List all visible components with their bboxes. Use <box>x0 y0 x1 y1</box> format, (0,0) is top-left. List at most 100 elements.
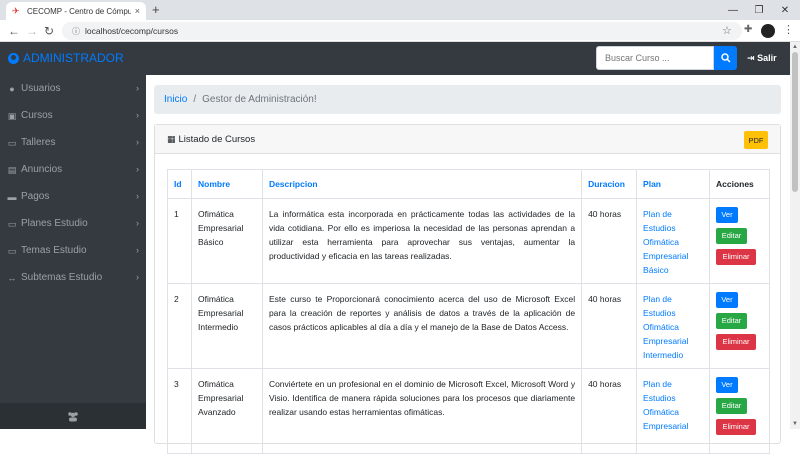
favicon-icon: ✈ <box>12 6 20 16</box>
sidebar: ● Usuarios › ▣ Cursos › ▭ Talleres › ▤ A… <box>0 75 146 429</box>
sidebar-item-temas-estudio[interactable]: ▭ Temas Estudio › <box>0 237 146 264</box>
cell-duracion: 40 horas <box>581 198 638 284</box>
url-text: localhost/cecomp/cursos <box>85 26 179 36</box>
logout-button[interactable]: ⇥ Salir <box>747 53 777 64</box>
sidebar-item-subtemas-estudio[interactable]: ↔ Subtemas Estudio › <box>0 264 146 291</box>
sidebar-item-label: Anuncios <box>21 164 63 175</box>
card-title: Listado de Cursos <box>178 133 256 145</box>
chevron-right-icon: › <box>136 245 139 255</box>
users-icon[interactable] <box>67 411 79 422</box>
folder-icon: ▭ <box>7 245 17 256</box>
chevron-right-icon: › <box>136 164 139 174</box>
profile-avatar[interactable] <box>761 24 775 38</box>
folder-icon: ▭ <box>7 137 17 148</box>
sign-out-icon: ⇥ <box>747 53 755 63</box>
logout-label: Salir <box>757 53 777 63</box>
tab-title: CECOMP - Centro de Cómputo U <box>27 6 131 16</box>
cell-descripcion: Conviértete en un profesional en el domi… <box>261 368 583 454</box>
edit-button[interactable]: Editar <box>715 398 747 414</box>
scroll-down-icon[interactable]: ▼ <box>792 421 798 427</box>
table-icon: ▦ <box>167 133 176 144</box>
delete-button[interactable]: Eliminar <box>715 334 756 350</box>
card-header: ▦ Listado de Cursos PDF <box>155 125 780 154</box>
new-tab-button[interactable]: + <box>152 2 160 18</box>
reload-icon[interactable]: ↻ <box>44 23 54 39</box>
sidebar-item-label: Pagos <box>21 191 50 202</box>
cell-id: 1 <box>167 198 192 284</box>
view-button[interactable]: Ver <box>715 377 738 393</box>
breadcrumb-separator: / <box>193 94 197 105</box>
money-icon: ▬ <box>7 191 17 202</box>
table-row: 3 Ofimática Empresarial Avanzado Conviér… <box>167 368 771 454</box>
cell-id: 2 <box>167 283 192 369</box>
sidebar-item-anuncios[interactable]: ▤ Anuncios › <box>0 156 146 183</box>
maximize-icon[interactable]: ❐ <box>746 0 772 20</box>
edit-button[interactable]: Editar <box>715 228 747 244</box>
chevron-right-icon: › <box>136 83 139 93</box>
main-content: Inicio / Gestor de Administración! ▦ Lis… <box>146 75 790 454</box>
cell-acciones: Ver Editar Eliminar <box>708 198 771 284</box>
view-button[interactable]: Ver <box>715 207 738 223</box>
cell-id: 3 <box>167 368 192 454</box>
info-icon[interactable]: ⓘ <box>72 26 80 37</box>
minimize-icon[interactable]: — <box>720 0 746 20</box>
forward-icon[interactable]: → <box>26 23 38 39</box>
sidebar-item-cursos[interactable]: ▣ Cursos › <box>0 102 146 129</box>
plan-link[interactable]: Plan de Estudios Ofimática Empresarial I… <box>636 283 710 369</box>
search-input[interactable] <box>596 46 714 70</box>
sidebar-item-usuarios[interactable]: ● Usuarios › <box>0 75 146 102</box>
sidebar-item-label: Subtemas Estudio <box>21 272 103 283</box>
sidebar-item-label: Talleres <box>21 137 56 148</box>
breadcrumb: Inicio / Gestor de Administración! <box>154 85 781 114</box>
cell-nombre: Ofimática Empresarial Avanzado <box>190 368 263 454</box>
close-tab-icon[interactable]: × <box>135 6 140 16</box>
column-header-id: Id <box>167 169 192 199</box>
arrows-icon: ↔ <box>7 272 17 283</box>
page-scrollbar[interactable]: ▲ ▼ <box>790 42 800 429</box>
cell-descripcion: La informática esta incorporada en práct… <box>261 198 583 284</box>
sidebar-item-pagos[interactable]: ▬ Pagos › <box>0 183 146 210</box>
sidebar-item-planes-estudio[interactable]: ▭ Planes Estudio › <box>0 210 146 237</box>
cell-acciones: Ver Editar Eliminar <box>708 368 771 454</box>
cell-nombre: Ofimática Empresarial Intermedio <box>190 283 263 369</box>
scrollbar-thumb[interactable] <box>792 52 798 192</box>
user-circle-icon <box>8 52 19 64</box>
table-row: 2 Ofimática Empresarial Intermedio Este … <box>167 283 771 369</box>
brand[interactable]: ADMINISTRADOR <box>8 51 124 65</box>
column-header-nombre: Nombre <box>190 169 263 199</box>
menu-kebab-icon[interactable]: ⋮ <box>783 23 794 36</box>
scroll-up-icon[interactable]: ▲ <box>792 44 798 50</box>
table-row: 1 Ofimática Empresarial Básico La inform… <box>167 198 771 284</box>
sidebar-item-label: Temas Estudio <box>21 245 87 256</box>
back-icon[interactable]: ← <box>8 23 20 39</box>
plan-link[interactable]: Plan de Estudios Ofimática Empresarial B… <box>636 198 710 284</box>
pdf-button[interactable]: PDF <box>744 131 768 149</box>
chevron-right-icon: › <box>136 191 139 201</box>
bookmark-star-icon[interactable]: ☆ <box>722 24 732 37</box>
sidebar-item-label: Planes Estudio <box>21 218 88 229</box>
plan-link[interactable]: Plan de Estudios Ofimática Empresarial <box>636 368 710 454</box>
breadcrumb-current: Gestor de Administración! <box>202 94 317 105</box>
cell-duracion: 40 horas <box>581 283 638 369</box>
delete-button[interactable]: Eliminar <box>715 249 756 265</box>
cell-nombre: Ofimática Empresarial Básico <box>190 198 263 284</box>
sidebar-item-label: Cursos <box>21 110 53 121</box>
delete-button[interactable]: Eliminar <box>715 419 756 435</box>
column-header-descripcion: Descripcion <box>261 169 583 199</box>
edit-button[interactable]: Editar <box>715 313 747 329</box>
search-button[interactable] <box>714 46 737 70</box>
sidebar-item-talleres[interactable]: ▭ Talleres › <box>0 129 146 156</box>
sidebar-footer <box>0 403 146 429</box>
top-navbar: ADMINISTRADOR ⇥ Salir <box>0 42 790 75</box>
cell-duracion: 40 horas <box>581 368 638 454</box>
breadcrumb-home-link[interactable]: Inicio <box>164 94 187 105</box>
folder-icon: ▭ <box>7 218 17 229</box>
chevron-right-icon: › <box>136 110 139 120</box>
cell-descripcion: Este curso te Proporcionará conocimiento… <box>261 283 583 369</box>
view-button[interactable]: Ver <box>715 292 738 308</box>
sidebar-item-label: Usuarios <box>21 83 61 94</box>
browser-tab[interactable]: ✈ CECOMP - Centro de Cómputo U × <box>6 2 146 20</box>
url-field[interactable]: ⓘ localhost/cecomp/cursos <box>62 22 742 40</box>
close-window-icon[interactable]: ✕ <box>772 0 798 20</box>
extensions-icon[interactable]: ✚ <box>744 24 752 35</box>
